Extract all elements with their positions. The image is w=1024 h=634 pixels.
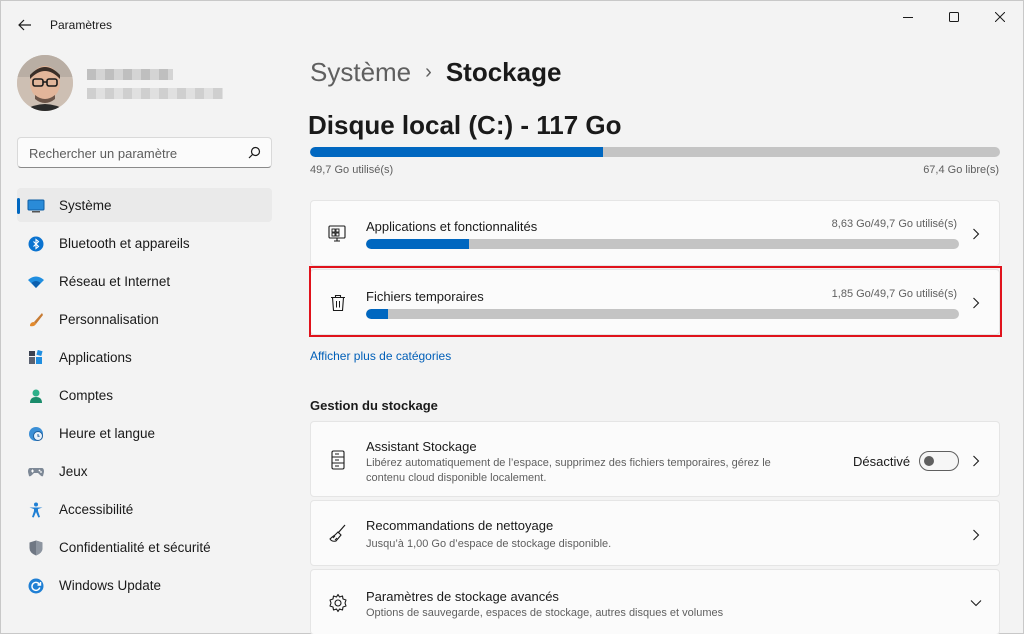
storage-sense-icon bbox=[327, 449, 349, 471]
sidebar-item-label: Applications bbox=[59, 350, 132, 365]
sidebar-item-reseau[interactable]: Réseau et Internet bbox=[17, 264, 272, 298]
active-indicator bbox=[17, 198, 20, 214]
maximize-icon bbox=[949, 12, 959, 22]
sidebar-item-label: Heure et langue bbox=[59, 426, 156, 441]
category-applications-card[interactable]: Applications et fonctionnalités 8,63 Go/… bbox=[310, 200, 1000, 266]
sidebar-item-heure-langue[interactable]: Heure et langue bbox=[17, 416, 272, 450]
bluetooth-icon bbox=[27, 235, 45, 253]
sidebar-item-bluetooth[interactable]: Bluetooth et appareils bbox=[17, 226, 272, 260]
card-description-line: contenu cloud disponible localement. bbox=[366, 472, 547, 484]
sidebar-item-label: Jeux bbox=[59, 464, 88, 479]
toggle-knob bbox=[924, 456, 934, 466]
chevron-right-icon bbox=[969, 528, 983, 542]
sidebar-item-windows-update[interactable]: Windows Update bbox=[17, 568, 272, 602]
sidebar-item-jeux[interactable]: Jeux bbox=[17, 454, 272, 488]
sidebar-item-confidentialite[interactable]: Confidentialité et sécurité bbox=[17, 530, 272, 564]
page-title: Stockage bbox=[445, 57, 562, 87]
cleanup-recommendations-card[interactable]: Recommandations de nettoyage Jusqu’à 1,0… bbox=[310, 500, 1000, 566]
disk-usage-bar bbox=[310, 147, 1000, 157]
close-icon bbox=[995, 12, 1005, 22]
category-usage: 8,63 Go/49,7 Go utilisé(s) bbox=[831, 218, 957, 230]
card-title: Recommandations de nettoyage bbox=[366, 518, 554, 533]
card-description: Options de sauvegarde, espaces de stocka… bbox=[366, 607, 724, 619]
minimize-button[interactable] bbox=[885, 1, 931, 33]
chevron-right-icon bbox=[969, 454, 983, 468]
sidebar-item-label: Système bbox=[59, 198, 112, 213]
back-button[interactable] bbox=[11, 11, 39, 39]
toggle-state-label: Désactivé bbox=[853, 454, 911, 469]
app-title: Paramètres bbox=[50, 18, 113, 32]
search-icon bbox=[248, 146, 261, 159]
search-placeholder: Rechercher un paramètre bbox=[29, 146, 178, 161]
disk-used-label: 49,7 Go utilisé(s) bbox=[310, 164, 394, 176]
back-arrow-icon bbox=[18, 19, 31, 31]
sidebar-item-comptes[interactable]: Comptes bbox=[17, 378, 272, 412]
accessibility-icon bbox=[27, 501, 45, 519]
sidebar-item-label: Accessibilité bbox=[59, 502, 134, 517]
storage-sense-card[interactable]: Assistant Stockage Libérez automatiqueme… bbox=[310, 421, 1000, 497]
apps-icon bbox=[27, 349, 45, 367]
gamepad-icon bbox=[27, 463, 45, 481]
disk-free-label: 67,4 Go libre(s) bbox=[923, 164, 999, 176]
window-controls bbox=[885, 1, 1023, 33]
search-input[interactable]: Rechercher un paramètre bbox=[17, 137, 272, 168]
more-categories-link[interactable]: Afficher plus de catégories bbox=[310, 349, 451, 363]
highlight-box bbox=[309, 266, 1002, 337]
sidebar-nav: Système Bluetooth et appareils Réseau et… bbox=[17, 188, 272, 606]
avatar bbox=[17, 55, 73, 111]
system-icon bbox=[27, 197, 45, 215]
sidebar-item-label: Confidentialité et sécurité bbox=[59, 540, 211, 555]
disk-usage-fill bbox=[310, 147, 604, 157]
category-usage-bar bbox=[366, 239, 959, 249]
sidebar-item-label: Comptes bbox=[59, 388, 114, 403]
section-title: Gestion du stockage bbox=[310, 398, 438, 413]
settings-window: Paramètres Rechercher un paramètre Systè… bbox=[0, 0, 1024, 634]
blurred-user-name bbox=[87, 69, 173, 80]
chevron-down-icon[interactable] bbox=[969, 596, 983, 610]
sidebar-item-label: Bluetooth et appareils bbox=[59, 236, 190, 251]
blurred-user-email bbox=[87, 88, 223, 99]
card-description-line: Libérez automatiquement de l’espace, sup… bbox=[366, 457, 771, 469]
apps-features-icon bbox=[327, 223, 349, 245]
account-icon bbox=[27, 387, 45, 405]
breadcrumb-parent[interactable]: Système bbox=[310, 57, 411, 88]
category-usage-fill bbox=[366, 239, 470, 249]
update-icon bbox=[27, 577, 45, 595]
shield-icon bbox=[27, 539, 45, 557]
title-bar: Paramètres bbox=[1, 1, 1023, 47]
sidebar-item-label: Réseau et Internet bbox=[59, 274, 171, 289]
sidebar-item-label: Personnalisation bbox=[59, 312, 159, 327]
card-description: Jusqu’à 1,00 Go d’espace de stockage dis… bbox=[366, 538, 612, 550]
sidebar-item-systeme[interactable]: Système bbox=[17, 188, 272, 222]
maximize-button[interactable] bbox=[931, 1, 977, 33]
breadcrumb: Système › Stockage bbox=[310, 57, 561, 88]
card-description: Libérez automatiquement de l’espace, sup… bbox=[366, 456, 771, 486]
gear-icon bbox=[327, 592, 349, 614]
storage-sense-toggle[interactable] bbox=[919, 451, 959, 471]
close-button[interactable] bbox=[977, 1, 1023, 33]
advanced-storage-settings-card[interactable]: Paramètres de stockage avancés Options d… bbox=[310, 569, 1000, 634]
sidebar-item-accessibilite[interactable]: Accessibilité bbox=[17, 492, 272, 526]
brush-icon bbox=[27, 311, 45, 329]
breadcrumb-separator: › bbox=[425, 61, 432, 83]
sidebar-item-applications[interactable]: Applications bbox=[17, 340, 272, 374]
card-title: Assistant Stockage bbox=[366, 439, 477, 454]
card-title: Paramètres de stockage avancés bbox=[366, 589, 559, 604]
chevron-right-icon bbox=[969, 227, 983, 241]
minimize-icon bbox=[903, 17, 913, 18]
disk-title: Disque local (C:) - 117 Go bbox=[308, 110, 622, 140]
category-title: Applications et fonctionnalités bbox=[366, 219, 538, 234]
sidebar-item-label: Windows Update bbox=[59, 578, 162, 593]
broom-icon bbox=[327, 523, 349, 545]
wifi-icon bbox=[27, 273, 45, 291]
clock-globe-icon bbox=[27, 425, 45, 443]
sidebar-item-personnalisation[interactable]: Personnalisation bbox=[17, 302, 272, 336]
